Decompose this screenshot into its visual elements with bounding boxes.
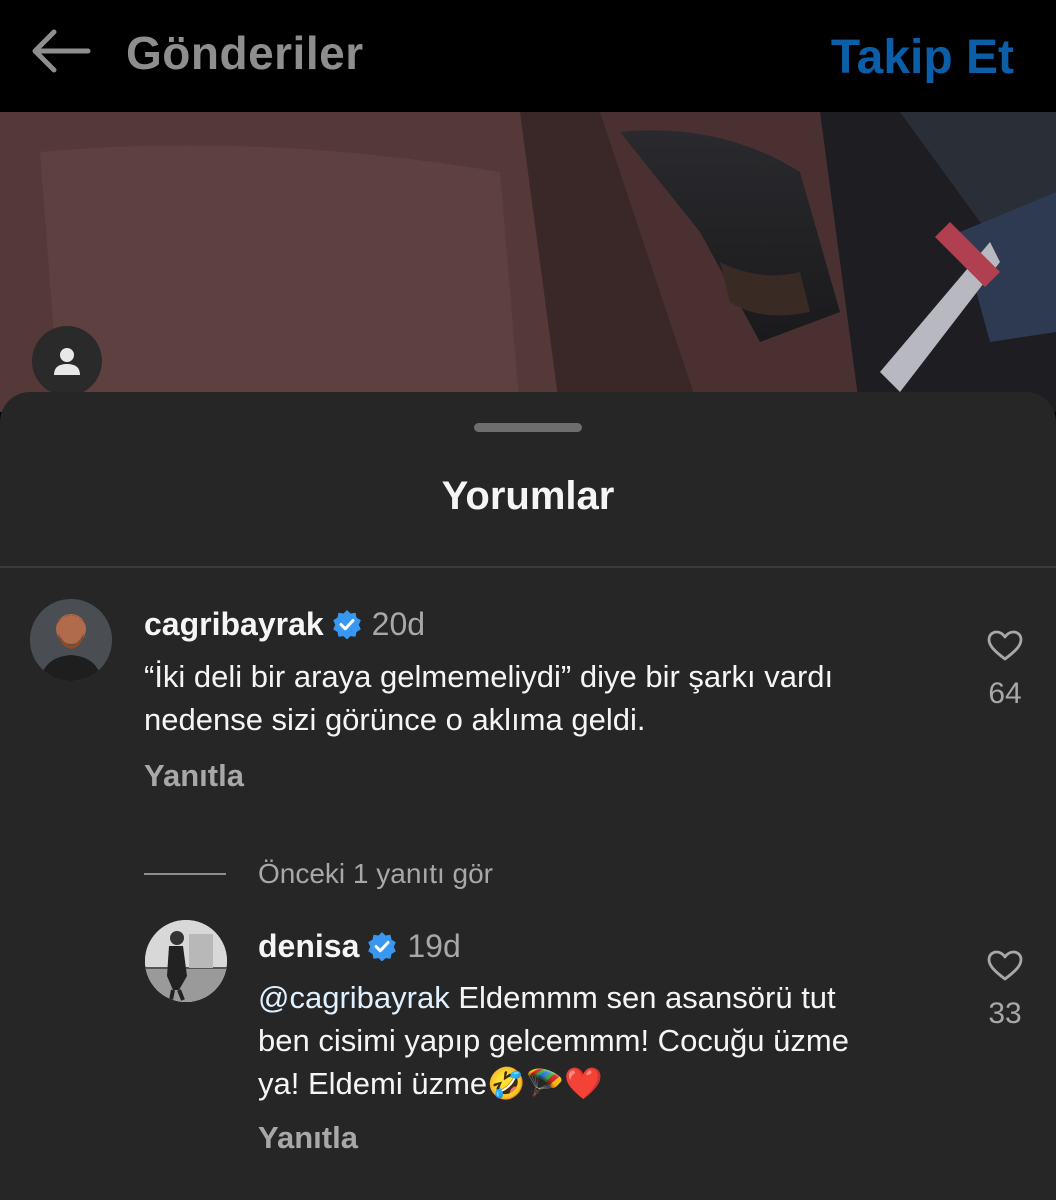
avatar[interactable] [145, 920, 227, 1002]
view-previous-replies[interactable]: Önceki 1 yanıtı gör [144, 858, 493, 890]
reply-timestamp: 19d [407, 928, 461, 964]
like-group: 33 [975, 950, 1035, 1031]
follow-button[interactable]: Takip Et [831, 30, 1014, 85]
drag-handle[interactable] [474, 423, 582, 432]
reply-text-segment: ya! Eldemi üzme [258, 1066, 488, 1101]
back-arrow-icon[interactable] [30, 28, 92, 74]
top-bar: Gönderiler Takip Et [0, 0, 1056, 112]
comments-sheet: Yorumlar cagribayrak 20d “İki deli bir ar… [0, 392, 1056, 1200]
thread-line [144, 873, 226, 875]
reply-button[interactable]: Yanıtla [144, 758, 244, 794]
reply-text-line: ya! Eldemi üzme🤣🪂❤️ [258, 1062, 978, 1106]
tagged-user-icon[interactable] [32, 326, 102, 396]
avatar[interactable] [30, 599, 112, 681]
comment-body: “İki deli bir araya gelmemeliydi” diye b… [144, 655, 964, 741]
emoji-sequence: 🤣🪂❤️ [487, 1066, 603, 1102]
comment-username[interactable]: cagribayrak [144, 606, 324, 642]
mention-link[interactable]: @cagribayrak [258, 980, 450, 1015]
divider [0, 566, 1056, 568]
like-count: 64 [988, 677, 1022, 710]
reply-text-segment: Eldemmm sen asansörü tut [449, 980, 836, 1015]
reply-header: denisa 19d [258, 928, 461, 965]
comment-text-line: “İki deli bir araya gelmemeliydi” diye b… [144, 659, 834, 694]
heart-icon[interactable] [987, 950, 1023, 986]
verified-badge-icon [367, 931, 397, 962]
page-title: Gönderiler [126, 27, 364, 79]
like-count: 33 [988, 997, 1022, 1030]
comment-text-line: nedense sizi görünce o aklıma geldi. [144, 702, 646, 737]
reply-button[interactable]: Yanıtla [258, 1120, 358, 1156]
reply-username[interactable]: denisa [258, 928, 359, 964]
comment-timestamp: 20d [371, 606, 426, 642]
reply-body: @cagribayrak Eldemmm sen asansörü tut be… [258, 976, 978, 1106]
verified-badge-icon [332, 609, 362, 640]
reply-text-line: @cagribayrak Eldemmm sen asansörü tut [258, 976, 978, 1019]
heart-icon[interactable] [987, 630, 1023, 666]
comment-header: cagribayrak 20d [144, 606, 425, 643]
reply-text-line: ben cisimi yapıp gelcemmm! Cocuğu üzme [258, 1023, 849, 1058]
view-replies-label: Önceki 1 yanıtı gör [258, 858, 494, 889]
like-group: 64 [975, 630, 1035, 711]
post-image[interactable] [0, 112, 1056, 412]
comments-title: Yorumlar [441, 474, 615, 518]
